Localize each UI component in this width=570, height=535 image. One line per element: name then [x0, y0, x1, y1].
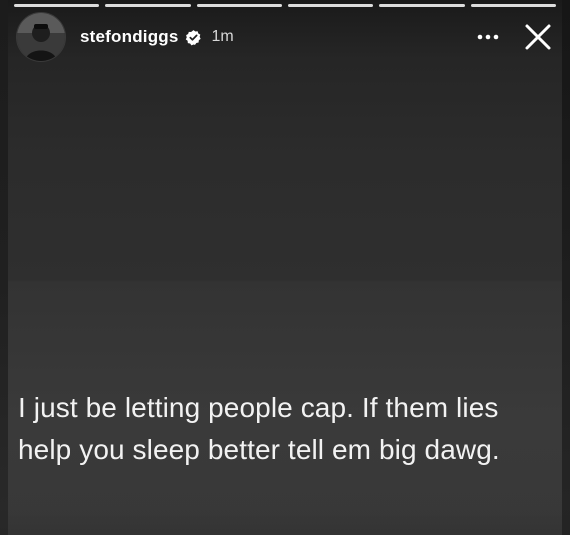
progress-segment: [196, 4, 282, 7]
bottom-fade: [0, 505, 570, 535]
post-timestamp: 1m: [211, 28, 234, 45]
story-viewer: stefondiggs 1m I just be letting people …: [0, 0, 570, 535]
story-caption: I just be letting people cap. If them li…: [18, 392, 500, 465]
avatar-image: [17, 13, 65, 61]
avatar[interactable]: [16, 12, 66, 62]
close-icon: [525, 24, 551, 50]
username[interactable]: stefondiggs: [80, 27, 179, 47]
progress-segment: [105, 4, 191, 7]
progress-segment: [14, 4, 100, 7]
story-progress-bar: [14, 4, 556, 7]
left-edge-shade: [0, 0, 8, 535]
more-options-button[interactable]: [468, 19, 508, 55]
verified-badge-icon: [185, 29, 202, 46]
story-header: stefondiggs 1m: [16, 12, 558, 62]
progress-segment: [379, 4, 465, 7]
close-button[interactable]: [518, 17, 558, 57]
progress-segment: [470, 4, 556, 7]
progress-segment: [287, 4, 374, 7]
more-options-icon: [477, 34, 499, 40]
right-edge-shade: [562, 0, 570, 535]
